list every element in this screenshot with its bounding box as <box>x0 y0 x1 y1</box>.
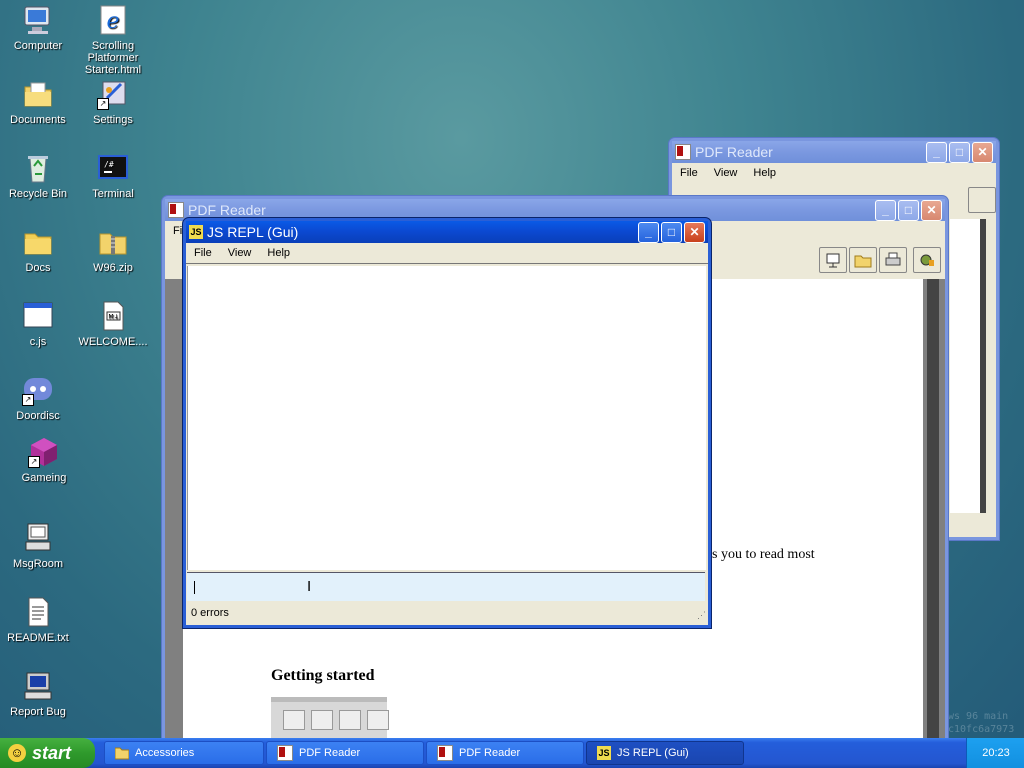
desktop-icon-msgroom[interactable]: MsgRoom <box>2 522 74 570</box>
taskbar-item-pdf-reader-1[interactable]: PDF Reader <box>266 741 424 765</box>
taskbar-item-accessories[interactable]: Accessories <box>104 741 264 765</box>
internet-explorer-icon: e <box>97 4 129 36</box>
desktop-icon-w96-zip[interactable]: W96.zip <box>77 226 149 274</box>
js-repl-window[interactable]: JS JS REPL (Gui) _ □ ✕ File View Help I … <box>183 218 711 628</box>
presentation-button[interactable] <box>819 247 847 273</box>
presentation-icon <box>283 710 305 730</box>
resize-grip-icon[interactable]: ⋰ <box>697 610 706 621</box>
settings-button[interactable] <box>913 247 941 273</box>
text-caret <box>194 581 195 594</box>
pdf-reader-back-titlebar[interactable]: PDF Reader _ □ ✕ <box>672 141 996 163</box>
recycle-bin-icon <box>22 152 54 184</box>
documents-folder-icon <box>22 78 54 110</box>
discord-icon: ↗ <box>22 374 54 406</box>
terminal-icon: /# <box>97 152 129 184</box>
desktop-icon-gameing[interactable]: ↗ Gameing <box>8 436 80 484</box>
desktop-icon-documents[interactable]: Documents <box>2 78 74 126</box>
maximize-button[interactable]: □ <box>949 141 970 163</box>
desktop-icon-terminal[interactable]: /# Terminal <box>77 152 149 200</box>
desktop-icon-docs[interactable]: Docs <box>2 226 74 274</box>
text-file-icon <box>22 596 54 628</box>
open-folder-icon <box>854 255 872 268</box>
watermark: ws 96 main c10fc6a7973 <box>948 711 1015 735</box>
desktop-icon-welcome[interactable]: M↓ WELCOME.... <box>77 300 149 348</box>
close-button[interactable]: ✕ <box>972 141 993 163</box>
pdf-page-toolbar-image <box>271 697 389 744</box>
menu-file[interactable]: File <box>672 167 706 179</box>
minimize-button[interactable]: _ <box>638 221 659 243</box>
desktop-icon-c-js[interactable]: c.js <box>2 300 74 348</box>
open-button[interactable] <box>849 247 877 273</box>
svg-text:/#: /# <box>104 160 114 169</box>
start-button[interactable]: ☺ start <box>0 738 95 768</box>
pdf-reader-back-content <box>950 219 986 513</box>
minimize-button[interactable]: _ <box>875 199 896 221</box>
js-repl-titlebar[interactable]: JS JS REPL (Gui) _ □ ✕ <box>186 221 708 243</box>
svg-text:e: e <box>106 9 119 34</box>
taskbar: ☺ start Accessories PDF Reader PDF Reade… <box>0 738 1024 768</box>
msgroom-icon <box>22 522 54 554</box>
repl-output <box>187 266 706 570</box>
open-folder-icon <box>311 710 333 730</box>
taskbar-item-pdf-reader-2[interactable]: PDF Reader <box>426 741 584 765</box>
presentation-icon <box>826 253 840 268</box>
pdf-icon <box>277 745 293 761</box>
cube-icon: ↗ <box>28 436 60 468</box>
toolbar-button[interactable] <box>968 187 996 213</box>
maximize-button[interactable]: □ <box>661 221 682 243</box>
maximize-button[interactable]: □ <box>898 199 919 221</box>
report-bug-icon <box>22 670 54 702</box>
folder-icon <box>22 226 54 258</box>
pdf-page-text: vs you to read most <box>705 547 815 562</box>
repl-input[interactable]: I <box>187 572 705 601</box>
window-file-icon <box>22 300 54 332</box>
computer-icon <box>22 4 54 36</box>
js-icon: JS <box>189 225 203 239</box>
close-button[interactable]: ✕ <box>921 199 942 221</box>
pdf-reader-back-menubar: File View Help <box>672 163 996 183</box>
menu-view[interactable]: View <box>706 167 746 179</box>
start-smiley-icon: ☺ <box>8 744 26 762</box>
repl-status-text: 0 errors <box>191 607 229 619</box>
pdf-icon <box>168 202 184 218</box>
desktop-icon-doordisc[interactable]: ↗ Doordisc <box>2 374 74 422</box>
taskbar-item-js-repl[interactable]: JS JS REPL (Gui) <box>586 741 744 765</box>
menu-file[interactable]: File <box>186 247 220 259</box>
markdown-file-icon: M↓ <box>97 300 129 332</box>
menu-help[interactable]: Help <box>745 167 784 179</box>
desktop-icon-computer[interactable]: Computer <box>2 4 74 52</box>
settings-gear-icon <box>367 710 389 730</box>
desktop-icon-report-bug[interactable]: Report Bug <box>2 670 74 718</box>
printer-icon <box>885 252 901 266</box>
settings-icon: ↗ <box>97 78 129 110</box>
clock[interactable]: 20:23 <box>982 747 1010 759</box>
minimize-button[interactable]: _ <box>926 141 947 163</box>
pdf-scrollbar[interactable] <box>927 279 939 759</box>
i-beam-cursor-icon: I <box>307 578 312 595</box>
close-button[interactable]: ✕ <box>684 221 705 243</box>
settings-gear-icon <box>920 254 934 266</box>
pdf-icon <box>675 144 691 160</box>
js-repl-menubar: File View Help <box>186 243 708 264</box>
zip-folder-icon <box>97 226 129 258</box>
desktop-icon-settings[interactable]: ↗ Settings <box>77 78 149 126</box>
folder-icon <box>115 747 129 760</box>
desktop-icon-scrolling-platformer[interactable]: e Scrolling Platformer Starter.html <box>77 4 149 76</box>
system-tray: 20:23 <box>966 738 1024 768</box>
js-icon: JS <box>597 746 611 760</box>
pdf-icon <box>437 745 453 761</box>
menu-help[interactable]: Help <box>259 247 298 259</box>
print-button[interactable] <box>879 247 907 273</box>
desktop-icon-recycle-bin[interactable]: Recycle Bin <box>2 152 74 200</box>
pdf-page-heading: Getting started <box>271 667 375 684</box>
svg-text:M↓: M↓ <box>108 314 118 321</box>
menu-view[interactable]: View <box>220 247 260 259</box>
repl-statusbar: 0 errors ⋰ <box>186 603 708 623</box>
printer-icon <box>339 710 361 730</box>
desktop-icon-readme[interactable]: README.txt <box>2 596 74 644</box>
